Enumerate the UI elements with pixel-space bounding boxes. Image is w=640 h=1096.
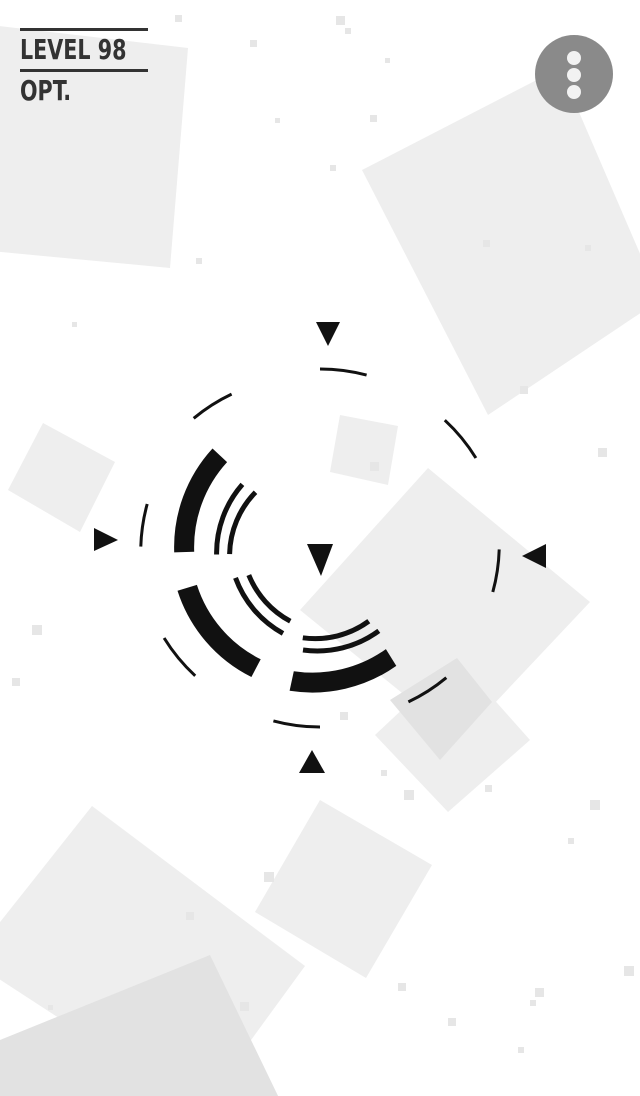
menu-button[interactable] — [535, 35, 613, 113]
center-pointer — [307, 544, 333, 576]
double-arc — [227, 490, 258, 555]
outer-arc — [192, 392, 233, 420]
triangle-up-pointer — [299, 750, 325, 773]
outer-arc — [162, 637, 197, 677]
thick-arc — [289, 649, 397, 693]
triangle-down-pointer — [316, 322, 340, 346]
outer-arc — [139, 503, 149, 547]
double-arc — [302, 619, 371, 642]
thick-arc-ring[interactable] — [174, 448, 397, 693]
outer-arc — [407, 676, 448, 704]
outer-arc — [273, 719, 321, 729]
puzzle-board — [94, 322, 546, 773]
triangle-right-pointer — [94, 528, 118, 551]
options-label[interactable]: OPT. — [20, 72, 127, 110]
outer-arc — [491, 549, 501, 593]
double-arc — [233, 577, 285, 636]
double-arc-ring[interactable] — [214, 482, 381, 654]
triangle-left-pointer — [522, 544, 546, 568]
menu-dot — [567, 51, 581, 65]
outer-arc — [319, 367, 367, 377]
pointers — [94, 322, 546, 773]
level-hud: LEVEL 98 OPT. — [20, 28, 150, 110]
level-title: LEVEL 98 — [20, 33, 127, 66]
outer-arc — [443, 419, 478, 459]
menu-dot — [567, 68, 581, 82]
menu-dot — [567, 85, 581, 99]
